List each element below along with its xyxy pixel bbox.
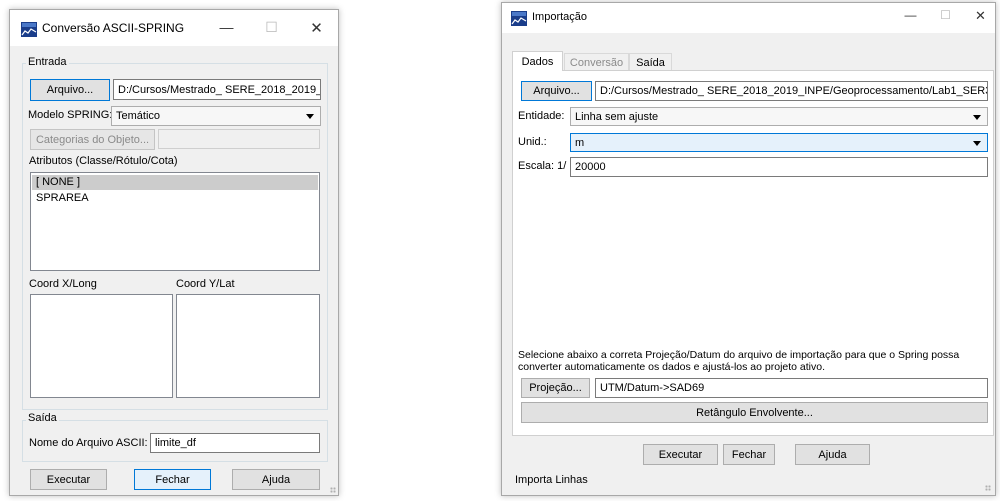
window-title: Conversão ASCII-SPRING (42, 21, 185, 35)
spring-app-icon (21, 22, 37, 37)
resize-grip-icon[interactable] (330, 487, 336, 493)
unid-value: m (575, 136, 585, 149)
executar-button[interactable]: Executar (30, 469, 107, 490)
info-text-line-1: Selecione abaixo a correta Projeção/Datu… (518, 349, 960, 361)
list-item[interactable]: [ NONE ] (32, 175, 318, 190)
list-item[interactable]: SPRAREA (32, 191, 318, 206)
window-title: Importação (532, 11, 588, 23)
categorias-objeto-button[interactable]: Categorias do Objeto... (30, 129, 155, 150)
info-text-line-2: converter automaticamente os dados e aju… (518, 361, 826, 373)
close-button[interactable]: ✕ (294, 19, 339, 37)
modelo-spring-select[interactable]: Temático (111, 106, 321, 126)
arquivo-button[interactable]: Arquivo... (30, 79, 110, 101)
coord-y-label: Coord Y/Lat (176, 278, 235, 290)
fechar-button[interactable]: Fechar (134, 469, 211, 490)
escala-label: Escala: 1/ (518, 160, 567, 172)
close-button[interactable]: ✕ (958, 8, 1000, 24)
nome-arquivo-ascii-input[interactable]: limite_df (150, 433, 320, 453)
modelo-spring-value: Temático (116, 110, 161, 122)
unid-select[interactable]: m (570, 133, 988, 152)
modelo-spring-label: Modelo SPRING: (28, 109, 113, 121)
chevron-down-icon (306, 114, 314, 119)
arquivo-path-field[interactable]: D:/Cursos/Mestrado_ SERE_2018_2019_INPE/… (595, 81, 988, 101)
spring-app-icon (511, 11, 527, 26)
tab-conversao[interactable]: Conversão (564, 53, 629, 71)
coord-x-list[interactable] (30, 294, 173, 398)
nome-arquivo-ascii-label: Nome do Arquivo ASCII: (29, 437, 148, 449)
entrada-group-label: Entrada (26, 56, 69, 68)
entidade-select[interactable]: Linha sem ajuste (570, 107, 988, 126)
entidade-value: Linha sem ajuste (575, 110, 659, 123)
unid-label: Unid.: (518, 136, 547, 148)
tab-dados[interactable]: Dados (512, 51, 563, 71)
atributos-list[interactable]: [ NONE ] SPRAREA (30, 172, 320, 271)
entidade-label: Entidade: (518, 110, 565, 122)
status-text: Importa Linhas (515, 474, 588, 486)
title-bar[interactable]: Importação — ☐ ✕ (502, 3, 995, 33)
title-bar[interactable]: Conversão ASCII-SPRING — ☐ ✕ (10, 10, 338, 46)
fechar-button[interactable]: Fechar (723, 444, 775, 465)
chevron-down-icon (973, 140, 981, 146)
executar-button[interactable]: Executar (643, 444, 718, 465)
atributos-label: Atributos (Classe/Rótulo/Cota) (29, 155, 178, 167)
projecao-button[interactable]: Projeção... (521, 378, 590, 398)
ajuda-button[interactable]: Ajuda (795, 444, 870, 465)
projecao-field: UTM/Datum->SAD69 (595, 378, 988, 398)
minimize-button[interactable]: — (204, 19, 249, 35)
arquivo-path-field[interactable]: D:/Cursos/Mestrado_ SERE_2018_2019_IN (113, 79, 321, 100)
chevron-down-icon (973, 114, 981, 120)
maximize-button[interactable]: ☐ (249, 19, 294, 36)
importacao-window: Importação — ☐ ✕ Dados Conversão Saída A… (501, 2, 996, 496)
retangulo-envolvente-button[interactable]: Retângulo Envolvente... (521, 402, 988, 423)
coord-x-label: Coord X/Long (29, 278, 97, 290)
resize-grip-icon[interactable] (985, 485, 991, 491)
coord-y-list[interactable] (176, 294, 320, 398)
ajuda-button[interactable]: Ajuda (232, 469, 320, 490)
categorias-field (158, 129, 320, 149)
tab-saida[interactable]: Saída (629, 53, 672, 71)
escala-input[interactable]: 20000 (570, 157, 988, 177)
saida-group-label: Saída (26, 412, 59, 424)
ascii-spring-window: Conversão ASCII-SPRING — ☐ ✕ Entrada Arq… (9, 9, 339, 496)
arquivo-button[interactable]: Arquivo... (521, 81, 592, 101)
